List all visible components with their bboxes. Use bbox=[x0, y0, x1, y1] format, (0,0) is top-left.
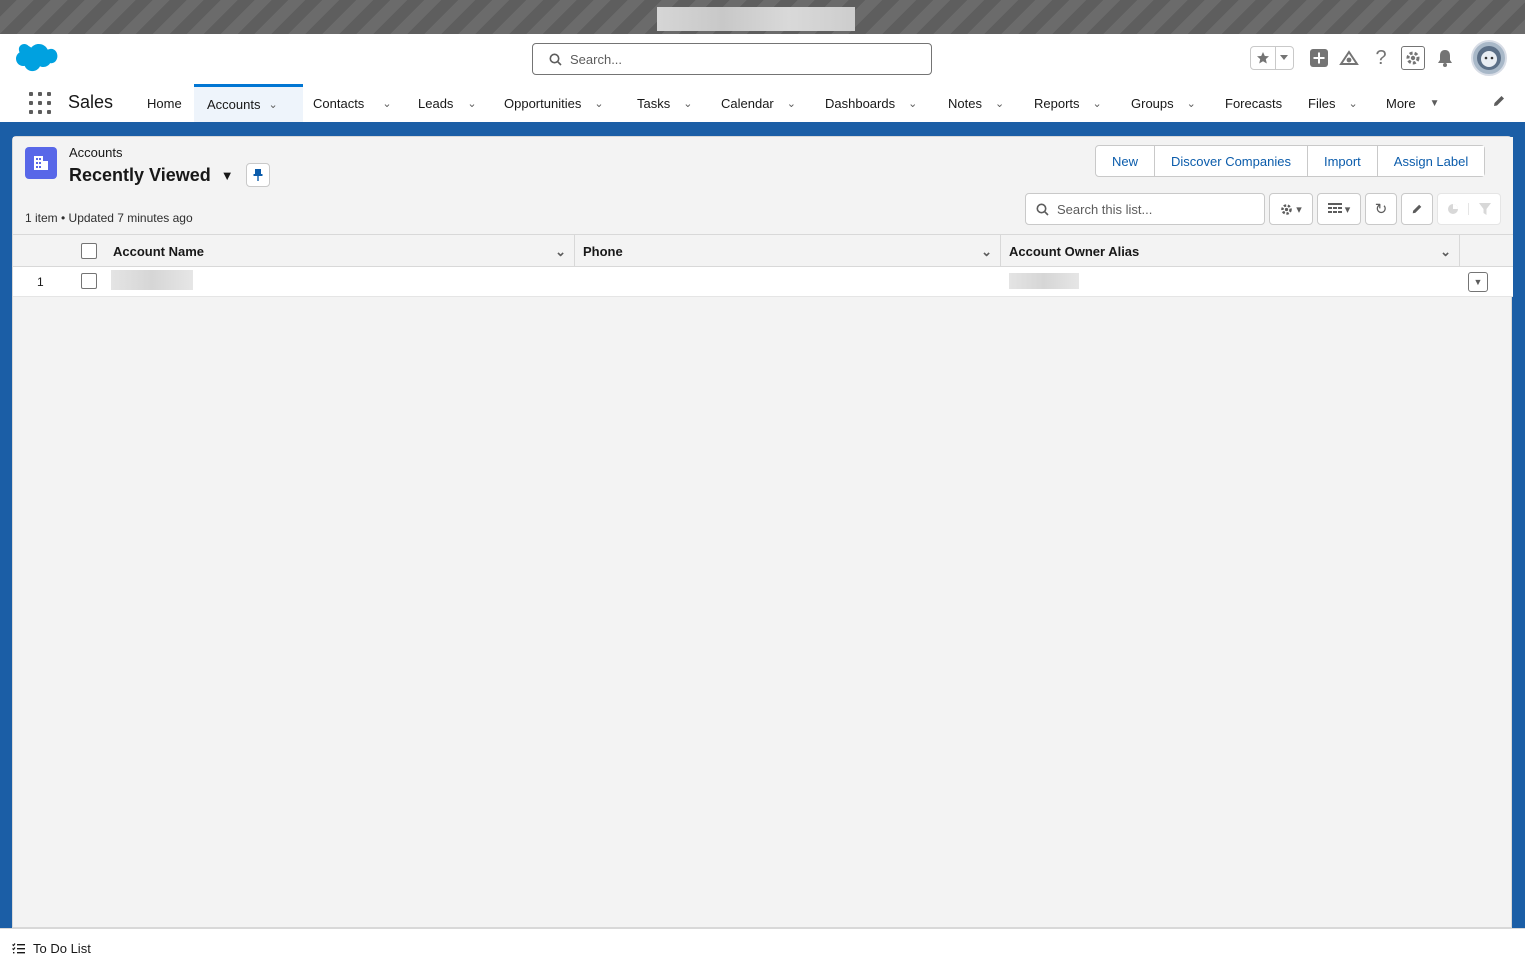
chevron-down-icon[interactable]: ⌄ bbox=[995, 97, 1004, 110]
chevron-down-icon[interactable]: ⌄ bbox=[1348, 97, 1357, 110]
chevron-down-icon[interactable]: ⌄ bbox=[268, 98, 277, 111]
nav-item-contacts[interactable]: Contacts ⌄ bbox=[313, 84, 392, 122]
global-search-input[interactable]: Search... bbox=[532, 43, 932, 75]
caret-down-icon: ▼ bbox=[1429, 97, 1440, 109]
redacted-title bbox=[657, 7, 855, 31]
todo-list-icon bbox=[12, 942, 25, 953]
column-header-account-owner-alias[interactable]: Account Owner Alias ⌄ bbox=[1001, 235, 1460, 267]
nav-item-dashboards[interactable]: Dashboards ⌄ bbox=[825, 84, 917, 122]
global-search-placeholder: Search... bbox=[570, 51, 623, 67]
chevron-down-icon[interactable]: ⌄ bbox=[382, 97, 391, 110]
assign-label-button[interactable]: Assign Label bbox=[1376, 146, 1485, 176]
trailhead-icon[interactable] bbox=[1337, 46, 1361, 70]
salesforce-logo[interactable] bbox=[16, 44, 58, 74]
astro-avatar-icon bbox=[1477, 46, 1501, 70]
nav-item-forecasts[interactable]: Forecasts bbox=[1225, 84, 1282, 122]
nav-item-tasks[interactable]: Tasks ⌄ bbox=[637, 84, 692, 122]
search-icon bbox=[549, 53, 562, 66]
favorites-button[interactable] bbox=[1250, 46, 1294, 70]
chevron-down-icon[interactable]: ⌄ bbox=[787, 97, 796, 110]
chevron-down-icon[interactable]: ⌄ bbox=[908, 97, 917, 110]
list-view-title: Recently Viewed bbox=[69, 165, 211, 185]
table-header: Account Name ⌄ Phone ⌄ Account Owner Ali… bbox=[13, 234, 1513, 267]
row-checkbox[interactable] bbox=[81, 273, 97, 289]
chevron-down-icon[interactable]: ⌄ bbox=[1187, 97, 1196, 110]
list-view-selector[interactable]: Recently Viewed ▼ bbox=[69, 165, 234, 186]
notifications-bell-icon[interactable] bbox=[1433, 46, 1457, 70]
discover-companies-button[interactable]: Discover Companies bbox=[1154, 146, 1307, 176]
app-launcher-icon[interactable] bbox=[29, 92, 51, 114]
chevron-down-icon[interactable]: ⌄ bbox=[1440, 244, 1451, 260]
chevron-down-icon[interactable]: ⌄ bbox=[555, 244, 566, 260]
app-name: Sales bbox=[68, 92, 114, 112]
nav-item-reports[interactable]: Reports ⌄ bbox=[1034, 84, 1102, 122]
edit-list-pencil-icon[interactable] bbox=[1401, 193, 1433, 225]
select-all-checkbox[interactable] bbox=[81, 243, 97, 259]
global-header: Search... ? bbox=[0, 34, 1525, 84]
list-search-placeholder: Search this list... bbox=[1057, 201, 1153, 217]
chart-icon[interactable] bbox=[1438, 203, 1470, 215]
column-header-phone[interactable]: Phone ⌄ bbox=[575, 235, 1001, 267]
user-avatar[interactable] bbox=[1471, 40, 1507, 76]
list-meta: 1 item • Updated 7 minutes ago bbox=[25, 211, 193, 225]
row-number: 1 bbox=[37, 275, 44, 289]
chevron-down-icon[interactable]: ⌄ bbox=[981, 244, 992, 260]
column-header-account-name[interactable]: Account Name ⌄ bbox=[105, 235, 575, 267]
object-label: Accounts bbox=[69, 145, 123, 160]
browser-top-bar bbox=[0, 0, 1525, 34]
caret-down-icon[interactable]: ▼ bbox=[221, 168, 234, 183]
list-view-card: Accounts Recently Viewed ▼ New Discover … bbox=[12, 136, 1513, 928]
app-navigation: Sales Home Accounts ⌄ Contacts ⌄ Leads ⌄ Op… bbox=[0, 84, 1525, 122]
setup-gear-icon[interactable] bbox=[1401, 46, 1425, 70]
chevron-down-icon[interactable]: ⌄ bbox=[594, 97, 603, 110]
account-name-link-redacted[interactable] bbox=[111, 270, 193, 290]
list-actions: New Discover Companies Import Assign Lab… bbox=[1095, 145, 1486, 177]
utility-bar: To Do List bbox=[0, 928, 1525, 968]
list-search-input[interactable]: Search this list... bbox=[1025, 193, 1265, 225]
import-button[interactable]: Import bbox=[1306, 146, 1377, 176]
account-object-icon bbox=[25, 147, 57, 179]
refresh-icon[interactable]: ↻ bbox=[1365, 193, 1397, 225]
content-area: Accounts Recently Viewed ▼ New Discover … bbox=[0, 122, 1525, 968]
list-controls-gear-icon[interactable]: ▾ bbox=[1269, 193, 1313, 225]
owner-alias-redacted bbox=[1009, 273, 1079, 289]
search-icon bbox=[1036, 203, 1049, 216]
chevron-down-icon[interactable]: ⌄ bbox=[1093, 97, 1102, 110]
table-row: 1 ▼ bbox=[13, 267, 1513, 297]
nav-item-calendar[interactable]: Calendar ⌄ bbox=[721, 84, 796, 122]
display-as-table-icon[interactable]: ▾ bbox=[1317, 193, 1361, 225]
nav-item-notes[interactable]: Notes ⌄ bbox=[948, 84, 1004, 122]
chevron-down-icon[interactable]: ⌄ bbox=[683, 97, 692, 110]
global-actions-plus-icon[interactable] bbox=[1307, 46, 1331, 70]
nav-item-home[interactable]: Home bbox=[147, 84, 182, 122]
chart-filter-group bbox=[1437, 193, 1501, 225]
nav-item-more[interactable]: More ▼ bbox=[1386, 84, 1440, 122]
todo-list-button[interactable]: To Do List bbox=[12, 941, 91, 956]
nav-item-groups[interactable]: Groups ⌄ bbox=[1131, 84, 1196, 122]
favorites-star-icon[interactable] bbox=[1251, 47, 1276, 69]
nav-item-leads[interactable]: Leads ⌄ bbox=[418, 84, 477, 122]
favorites-menu-chevron-icon[interactable] bbox=[1276, 47, 1293, 69]
nav-item-files[interactable]: Files ⌄ bbox=[1308, 84, 1358, 122]
help-icon[interactable]: ? bbox=[1369, 46, 1393, 70]
edit-nav-pencil-icon[interactable] bbox=[1492, 94, 1506, 111]
new-button[interactable]: New bbox=[1096, 146, 1155, 176]
nav-item-opportunities[interactable]: Opportunities ⌄ bbox=[504, 84, 604, 122]
chevron-down-icon[interactable]: ⌄ bbox=[467, 97, 476, 110]
row-actions-menu-icon[interactable]: ▼ bbox=[1468, 272, 1488, 292]
list-view-header: Accounts Recently Viewed ▼ New Discover … bbox=[13, 137, 1513, 235]
filter-icon[interactable] bbox=[1469, 203, 1500, 215]
nav-item-accounts[interactable]: Accounts ⌄ bbox=[194, 84, 303, 122]
pin-list-view-icon[interactable] bbox=[246, 163, 270, 187]
